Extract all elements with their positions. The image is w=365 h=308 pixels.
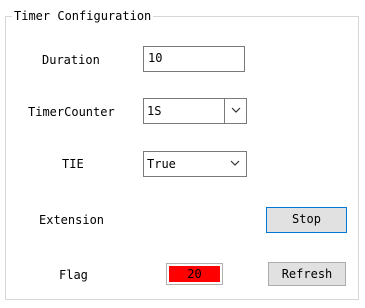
tie-label: TIE — [62, 157, 84, 171]
duration-input[interactable]: 10 — [143, 46, 245, 72]
extension-label: Extension — [39, 213, 105, 227]
stop-button[interactable]: Stop — [266, 207, 347, 233]
chevron-down-icon[interactable] — [224, 99, 246, 123]
refresh-button[interactable]: Refresh — [268, 262, 346, 286]
tie-value: True — [147, 157, 176, 171]
group-title: Timer Configuration — [12, 8, 154, 24]
tie-select[interactable]: True — [143, 151, 247, 177]
duration-label: Duration — [42, 53, 100, 67]
timer-counter-value: 1S — [147, 104, 162, 118]
chevron-down-icon[interactable] — [224, 152, 246, 176]
flag-indicator: 20 — [166, 263, 223, 285]
timer-counter-label: TimerCounter — [28, 105, 115, 119]
flag-label: Flag — [59, 268, 88, 282]
flag-value: 20 — [169, 266, 220, 282]
timer-counter-select[interactable]: 1S — [143, 98, 247, 124]
